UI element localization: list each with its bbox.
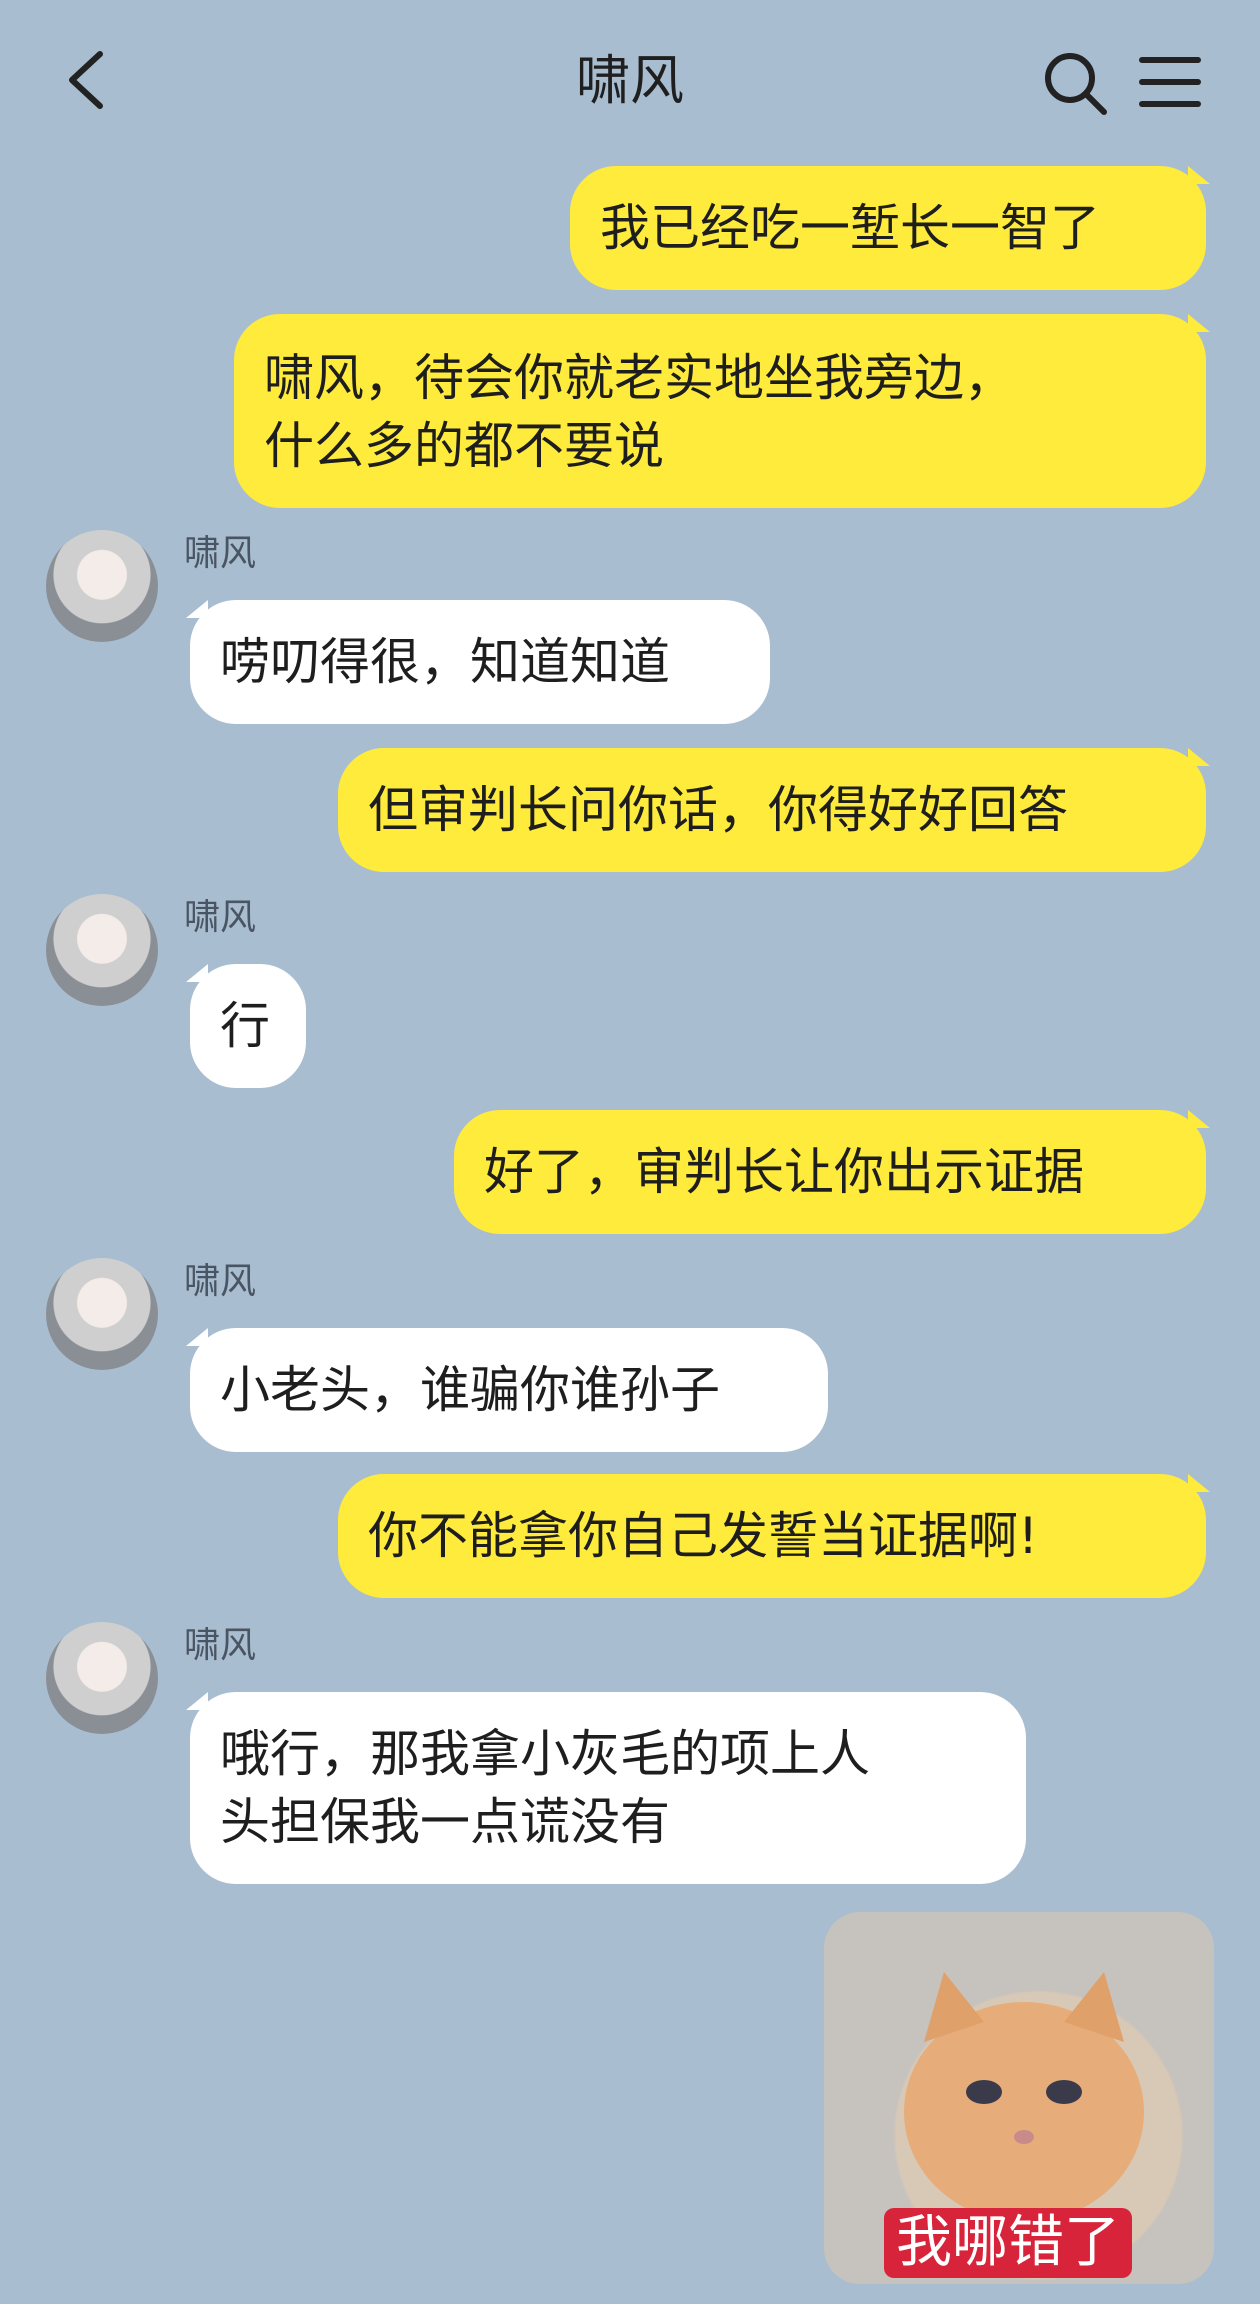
received-message-bubble[interactable]: 行	[186, 964, 306, 1088]
sticker-caption: 我哪错了	[884, 2208, 1132, 2278]
received-message-bubble[interactable]: 小老头，谁骗你谁孙子	[186, 1328, 828, 1452]
sender-name: 啸风	[184, 533, 257, 574]
contact-avatar[interactable]	[46, 530, 158, 642]
search-icon	[1045, 53, 1107, 115]
contact-avatar[interactable]	[46, 894, 158, 1006]
back-button[interactable]	[58, 40, 118, 120]
sent-message-bubble[interactable]: 你不能拿你自己发誓当证据啊!	[338, 1474, 1210, 1598]
received-message-bubble[interactable]: 唠叨得很，知道知道	[186, 600, 770, 724]
sender-name: 啸风	[184, 897, 257, 938]
search-button[interactable]	[1040, 48, 1110, 118]
sent-message-bubble[interactable]: 啸风，待会你就老实地坐我旁边， 什么多的都不要说	[234, 314, 1210, 508]
contact-avatar[interactable]	[46, 1622, 158, 1734]
menu-button[interactable]	[1138, 50, 1202, 114]
sent-message-bubble[interactable]: 但审判长问你话，你得好好回答	[338, 748, 1210, 872]
chat-header: 啸风	[0, 0, 1260, 160]
sent-message-bubble[interactable]: 我已经吃一堑长一智了	[570, 166, 1210, 290]
hamburger-menu-icon	[1139, 57, 1201, 107]
chevron-left-icon	[69, 51, 103, 109]
contact-avatar[interactable]	[46, 1258, 158, 1370]
sender-name: 啸风	[184, 1261, 257, 1302]
sent-message-bubble[interactable]: 好了，审判长让你出示证据	[454, 1110, 1210, 1234]
sticker-image[interactable]: 我哪错了	[824, 1912, 1214, 2284]
received-message-bubble[interactable]: 哦行，那我拿小灰毛的项上人 头担保我一点谎没有	[186, 1692, 1026, 1884]
sender-name: 啸风	[184, 1625, 257, 1666]
